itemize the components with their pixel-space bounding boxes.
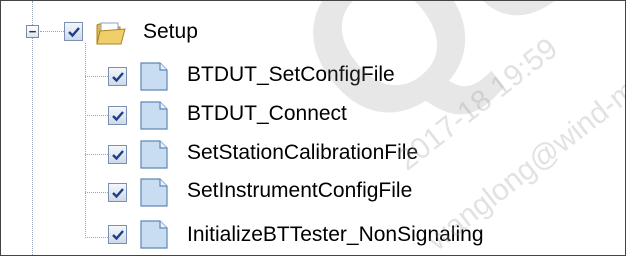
node-label: SetInstrumentConfigFile [187,179,413,202]
tree-view: − Setup BTDUT_SetConfigFile BTDUT_Connec… [0,0,626,256]
document-icon [139,61,169,92]
minus-icon: − [28,23,37,39]
document-icon [139,219,169,250]
document-icon [139,177,169,208]
check-icon [111,149,124,160]
tree-line-child-3 [85,154,108,155]
checkbox-child[interactable] [108,67,127,86]
document-icon [139,100,169,131]
node-label: SetStationCalibrationFile [187,141,419,164]
tree-line-children [85,43,86,238]
checkbox-child[interactable] [108,183,127,202]
tree-line-child-1 [85,76,108,77]
tree-line-child-5 [85,237,108,238]
check-icon [111,229,124,240]
node-label: BTDUT_Connect [187,102,347,125]
checkbox-child[interactable] [108,106,127,125]
checkbox-setup[interactable] [64,22,83,41]
tree-line-left [32,1,33,255]
collapse-toggle[interactable]: − [26,25,39,38]
node-label: InitializeBTTester_NonSignaling [187,223,484,246]
open-folder-icon [96,20,126,51]
checkbox-child[interactable] [108,225,127,244]
document-icon [139,139,169,170]
node-label: BTDUT_SetConfigFile [187,63,395,86]
check-icon [111,187,124,198]
checkbox-child[interactable] [108,145,127,164]
tree-line-root [40,31,64,32]
check-icon [111,110,124,121]
node-label: Setup [143,20,198,43]
check-icon [111,71,124,82]
check-icon [67,26,80,37]
tree-line-child-2 [85,115,108,116]
tree-line-child-4 [85,192,108,193]
